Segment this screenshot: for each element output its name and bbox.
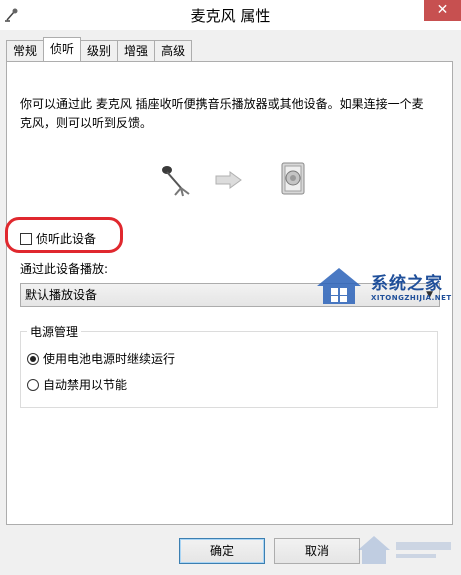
tab-enhancements[interactable]: 增强 — [117, 40, 156, 61]
tab-advanced[interactable]: 高级 — [154, 40, 193, 61]
title-bar: 麦克风 属性 ✕ — [0, 0, 461, 30]
microphone-device-icon — [162, 166, 190, 197]
listen-description: 你可以通过此 麦克风 插座收听便携音乐播放器或其他设备。如果连接一个麦克风，则可… — [20, 97, 424, 130]
checkbox-box[interactable] — [20, 232, 32, 245]
tab-levels[interactable]: 级别 — [80, 40, 119, 61]
radio-continue-on-battery[interactable]: 使用电池电源时继续运行 — [27, 350, 175, 367]
house-logo-icon — [358, 536, 451, 564]
arrow-right-icon — [215, 171, 242, 189]
radio-button[interactable] — [27, 378, 39, 391]
tab-listen[interactable]: 侦听 — [43, 37, 82, 61]
speaker-device-icon — [281, 162, 305, 195]
playback-device-label: 通过此设备播放: — [20, 262, 109, 276]
power-management-label: 电源管理 — [27, 323, 82, 340]
chevron-down-icon: ▼ — [426, 290, 433, 300]
playback-device-dropdown[interactable]: 默认播放设备 ▼ — [20, 283, 440, 307]
window-title: 麦克风 属性 — [190, 7, 271, 25]
cancel-button[interactable]: 取消 — [274, 538, 360, 564]
radio-auto-disable[interactable]: 自动禁用以节能 — [27, 376, 127, 393]
ok-button[interactable]: 确定 — [179, 538, 265, 564]
power-management-group: 电源管理 使用电池电源时继续运行 自动禁用以节能 — [20, 323, 438, 408]
radio-label: 使用电池电源时继续运行 — [43, 352, 176, 366]
listen-tab-panel: 你可以通过此 麦克风 插座收听便携音乐播放器或其他设备。如果连接一个麦克风，则可… — [5, 61, 453, 525]
properties-window: 麦克风 属性 ✕ 常规 侦听 级别 增强 高级 你可以通过此 麦克风 插座收听便… — [0, 0, 461, 575]
radio-button-checked[interactable] — [27, 352, 39, 365]
tab-general[interactable]: 常规 — [6, 40, 45, 61]
close-button[interactable]: ✕ — [424, 0, 461, 21]
radio-label: 自动禁用以节能 — [43, 378, 128, 392]
listen-device-label: 侦听此设备 — [36, 232, 97, 246]
listen-device-checkbox[interactable]: 侦听此设备 — [20, 230, 96, 247]
tab-strip: 常规 侦听 级别 增强 高级 — [6, 37, 193, 62]
selected-device: 默认播放设备 — [25, 288, 98, 302]
